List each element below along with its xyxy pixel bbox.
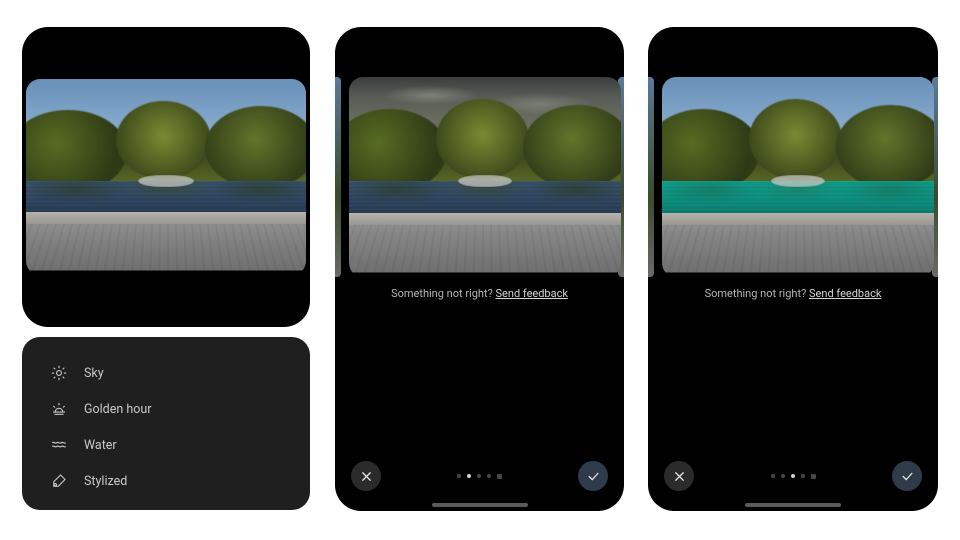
edited-photo[interactable]: [662, 77, 934, 277]
home-indicator: [432, 503, 528, 507]
page-indicator: [457, 474, 502, 479]
editor-screen-water-variant: Something not right? Send feedback: [648, 27, 938, 511]
check-icon: [900, 469, 915, 484]
effect-menu-card: Sky Golden hour Water Stylized: [22, 337, 310, 510]
menu-item-label: Water: [84, 438, 117, 453]
sun-icon: [50, 364, 68, 382]
menu-item-label: Sky: [84, 366, 104, 381]
feedback-prompt-text: Something not right?: [705, 287, 809, 300]
close-icon: [672, 469, 687, 484]
menu-item-golden-hour[interactable]: Golden hour: [22, 391, 310, 427]
prev-variant-sliver[interactable]: [648, 77, 654, 277]
menu-item-sky[interactable]: Sky: [22, 355, 310, 391]
confirm-button[interactable]: [578, 461, 608, 491]
photo-preview-card: [22, 27, 310, 327]
edited-photo[interactable]: [349, 77, 621, 277]
send-feedback-link[interactable]: Send feedback: [496, 287, 568, 300]
prev-variant-sliver[interactable]: [335, 77, 341, 277]
menu-item-water[interactable]: Water: [22, 427, 310, 463]
editor-bottom-bar: [648, 453, 938, 499]
original-photo[interactable]: [26, 79, 306, 275]
page-indicator: [771, 474, 816, 479]
close-icon: [359, 469, 374, 484]
feedback-prompt-text: Something not right?: [391, 287, 495, 300]
home-indicator: [745, 503, 841, 507]
menu-item-label: Golden hour: [84, 402, 152, 417]
cancel-button[interactable]: [664, 461, 694, 491]
confirm-button[interactable]: [892, 461, 922, 491]
cancel-button[interactable]: [351, 461, 381, 491]
editor-screen-sky-variant: Something not right? Send feedback: [335, 27, 624, 511]
send-feedback-link[interactable]: Send feedback: [809, 287, 881, 300]
menu-item-label: Stylized: [84, 474, 127, 489]
check-icon: [586, 469, 601, 484]
menu-item-stylized[interactable]: Stylized: [22, 463, 310, 499]
sunset-icon: [50, 400, 68, 418]
paint-icon: [50, 472, 68, 490]
editor-bottom-bar: [335, 453, 624, 499]
feedback-row: Something not right? Send feedback: [335, 287, 624, 300]
feedback-row: Something not right? Send feedback: [648, 287, 938, 300]
effect-menu: Sky Golden hour Water Stylized: [22, 337, 310, 510]
waves-icon: [50, 436, 68, 454]
